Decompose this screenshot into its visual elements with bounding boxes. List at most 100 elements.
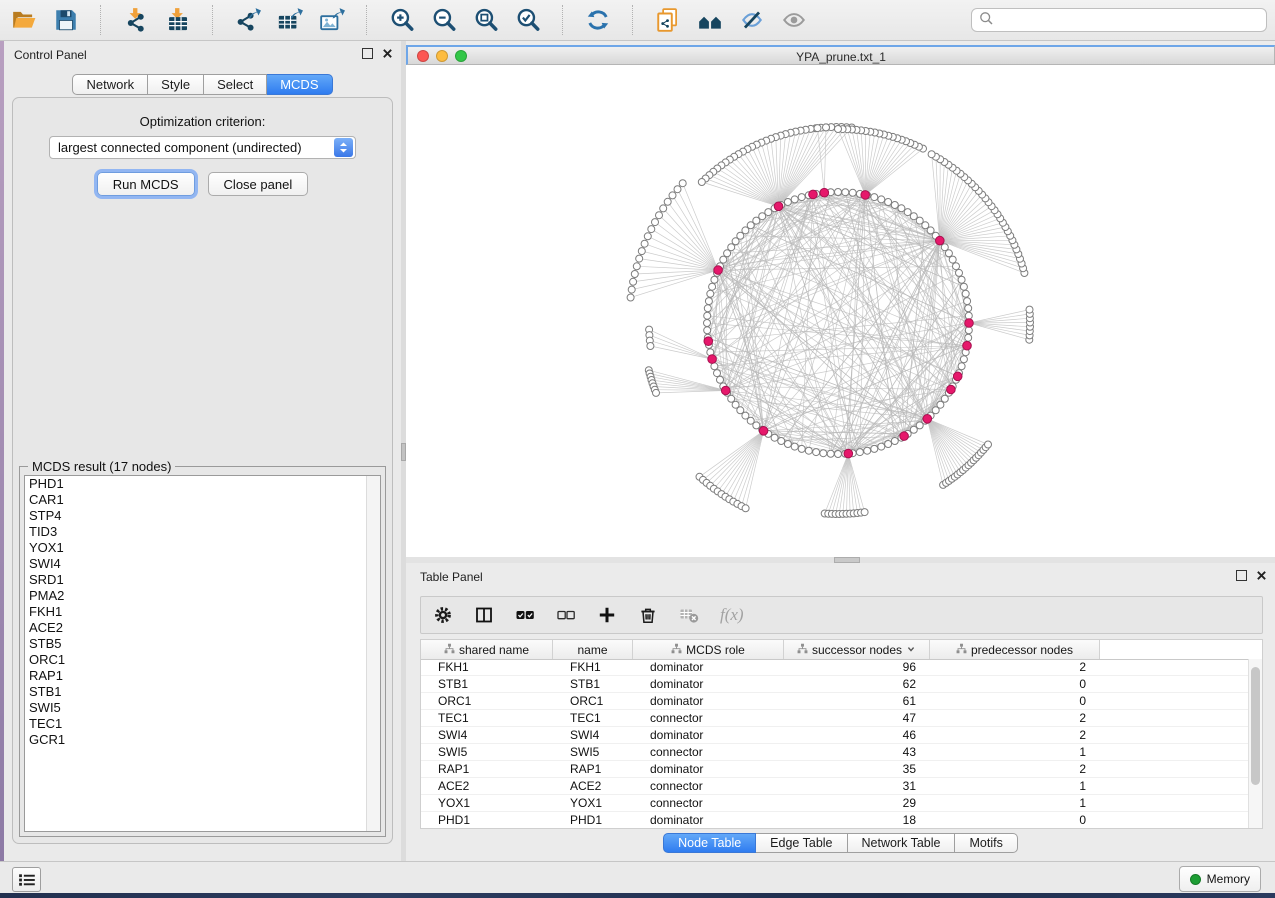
cell-successor-nodes[interactable]: 18 xyxy=(784,812,930,828)
save-session-button[interactable] xyxy=(52,6,80,34)
mcds-result-item[interactable]: GCR1 xyxy=(25,732,380,748)
cell-predecessor-nodes[interactable]: 2 xyxy=(930,727,1100,743)
mcds-result-item[interactable]: SWI4 xyxy=(25,556,380,572)
cell-MCDS-role[interactable]: dominator xyxy=(633,812,784,828)
run-mcds-button[interactable]: Run MCDS xyxy=(97,172,195,196)
cell-name[interactable]: RAP1 xyxy=(553,761,633,777)
cell-successor-nodes[interactable]: 46 xyxy=(784,727,930,743)
table-row[interactable]: SWI4SWI4dominator462 xyxy=(421,727,1249,744)
cell-MCDS-role[interactable]: dominator xyxy=(633,761,784,777)
cell-name[interactable]: FKH1 xyxy=(553,659,633,675)
close-panel-button[interactable]: Close panel xyxy=(208,172,309,196)
cell-predecessor-nodes[interactable]: 1 xyxy=(930,744,1100,760)
cell-predecessor-nodes[interactable]: 0 xyxy=(930,812,1100,828)
cell-successor-nodes[interactable]: 62 xyxy=(784,676,930,692)
table-scrollbar-thumb[interactable] xyxy=(1251,667,1260,785)
split-view-button[interactable] xyxy=(474,604,496,626)
tab-network[interactable]: Network xyxy=(72,74,148,95)
cell-predecessor-nodes[interactable]: 2 xyxy=(930,761,1100,777)
delete-table-button[interactable] xyxy=(679,604,701,626)
close-table-panel-icon[interactable] xyxy=(1256,570,1267,581)
zoom-selected-button[interactable] xyxy=(514,6,542,34)
cell-successor-nodes[interactable]: 29 xyxy=(784,795,930,811)
table-scrollbar[interactable] xyxy=(1248,659,1262,828)
show-detail-button[interactable] xyxy=(780,6,808,34)
cell-shared-name[interactable]: SWI5 xyxy=(421,744,553,760)
cell-predecessor-nodes[interactable]: 1 xyxy=(930,795,1100,811)
float-table-panel-icon[interactable] xyxy=(1236,570,1247,581)
mcds-result-item[interactable]: YOX1 xyxy=(25,540,380,556)
cell-predecessor-nodes[interactable]: 2 xyxy=(930,710,1100,726)
mcds-result-item[interactable]: ORC1 xyxy=(25,652,380,668)
cell-successor-nodes[interactable]: 61 xyxy=(784,693,930,709)
table-row[interactable]: FKH1FKH1dominator962 xyxy=(421,659,1249,676)
cell-name[interactable]: TEC1 xyxy=(553,710,633,726)
cell-successor-nodes[interactable]: 47 xyxy=(784,710,930,726)
table-row[interactable]: YOX1YOX1connector291 xyxy=(421,795,1249,812)
delete-column-button[interactable] xyxy=(638,604,660,626)
mcds-result-item[interactable]: PHD1 xyxy=(25,476,380,492)
tab-network-table[interactable]: Network Table xyxy=(848,833,956,853)
network-view[interactable] xyxy=(406,65,1275,557)
table-row[interactable]: ORC1ORC1dominator610 xyxy=(421,693,1249,710)
mcds-result-item[interactable]: SWI5 xyxy=(25,700,380,716)
import-network-button[interactable] xyxy=(122,6,150,34)
cell-MCDS-role[interactable]: connector xyxy=(633,744,784,760)
tab-node-table[interactable]: Node Table xyxy=(663,833,756,853)
network-graph[interactable] xyxy=(406,65,1275,557)
cell-shared-name[interactable]: RAP1 xyxy=(421,761,553,777)
tab-motifs[interactable]: Motifs xyxy=(955,833,1017,853)
bird-eye-view-button[interactable] xyxy=(696,6,724,34)
cell-name[interactable]: SWI4 xyxy=(553,727,633,743)
hide-detail-button[interactable] xyxy=(738,6,766,34)
export-network-button[interactable] xyxy=(234,6,262,34)
table-row[interactable]: STB1STB1dominator620 xyxy=(421,676,1249,693)
cell-shared-name[interactable]: ACE2 xyxy=(421,778,553,794)
cell-name[interactable]: ORC1 xyxy=(553,693,633,709)
table-row[interactable]: PHD1PHD1dominator180 xyxy=(421,812,1249,828)
cell-name[interactable]: STB1 xyxy=(553,676,633,692)
sort-menu-icon[interactable] xyxy=(906,643,916,657)
cell-MCDS-role[interactable]: connector xyxy=(633,795,784,811)
cell-MCDS-role[interactable]: dominator xyxy=(633,659,784,675)
cell-shared-name[interactable]: YOX1 xyxy=(421,795,553,811)
cell-successor-nodes[interactable]: 35 xyxy=(784,761,930,777)
zoom-in-button[interactable] xyxy=(388,6,416,34)
table-row[interactable]: RAP1RAP1dominator352 xyxy=(421,761,1249,778)
cell-successor-nodes[interactable]: 43 xyxy=(784,744,930,760)
optimization-select[interactable]: largest connected component (undirected) xyxy=(49,136,356,159)
function-builder-button[interactable]: f(x) xyxy=(720,604,744,626)
table-options-button[interactable] xyxy=(433,604,455,626)
zoom-out-button[interactable] xyxy=(430,6,458,34)
clone-network-button[interactable] xyxy=(654,6,682,34)
add-column-button[interactable] xyxy=(597,604,619,626)
mcds-result-list[interactable]: PHD1CAR1STP4TID3YOX1SWI4SRD1PMA2FKH1ACE2… xyxy=(24,475,381,832)
cell-MCDS-role[interactable]: connector xyxy=(633,778,784,794)
memory-button[interactable]: Memory xyxy=(1179,866,1261,892)
cell-MCDS-role[interactable]: dominator xyxy=(633,676,784,692)
mcds-result-item[interactable]: TEC1 xyxy=(25,716,380,732)
column-header-name[interactable]: name xyxy=(553,640,633,659)
close-panel-icon[interactable] xyxy=(382,48,393,59)
cell-predecessor-nodes[interactable]: 0 xyxy=(930,693,1100,709)
deselect-all-button[interactable] xyxy=(556,604,578,626)
table-row[interactable]: TEC1TEC1connector472 xyxy=(421,710,1249,727)
column-header-shared-name[interactable]: shared name xyxy=(421,640,553,659)
cell-shared-name[interactable]: FKH1 xyxy=(421,659,553,675)
open-session-button[interactable] xyxy=(10,6,38,34)
tab-select[interactable]: Select xyxy=(204,74,267,95)
mcds-result-item[interactable]: RAP1 xyxy=(25,668,380,684)
cell-MCDS-role[interactable]: dominator xyxy=(633,693,784,709)
select-all-button[interactable] xyxy=(515,604,537,626)
cell-MCDS-role[interactable]: connector xyxy=(633,710,784,726)
cell-name[interactable]: YOX1 xyxy=(553,795,633,811)
cell-shared-name[interactable]: TEC1 xyxy=(421,710,553,726)
mcds-result-item[interactable]: TID3 xyxy=(25,524,380,540)
network-window-titlebar[interactable]: YPA_prune.txt_1 xyxy=(406,45,1275,65)
cell-name[interactable]: ACE2 xyxy=(553,778,633,794)
zoom-fit-button[interactable] xyxy=(472,6,500,34)
column-header-MCDS-role[interactable]: MCDS role xyxy=(633,640,784,659)
mcds-result-item[interactable]: STB5 xyxy=(25,636,380,652)
import-table-button[interactable] xyxy=(164,6,192,34)
cell-shared-name[interactable]: STB1 xyxy=(421,676,553,692)
